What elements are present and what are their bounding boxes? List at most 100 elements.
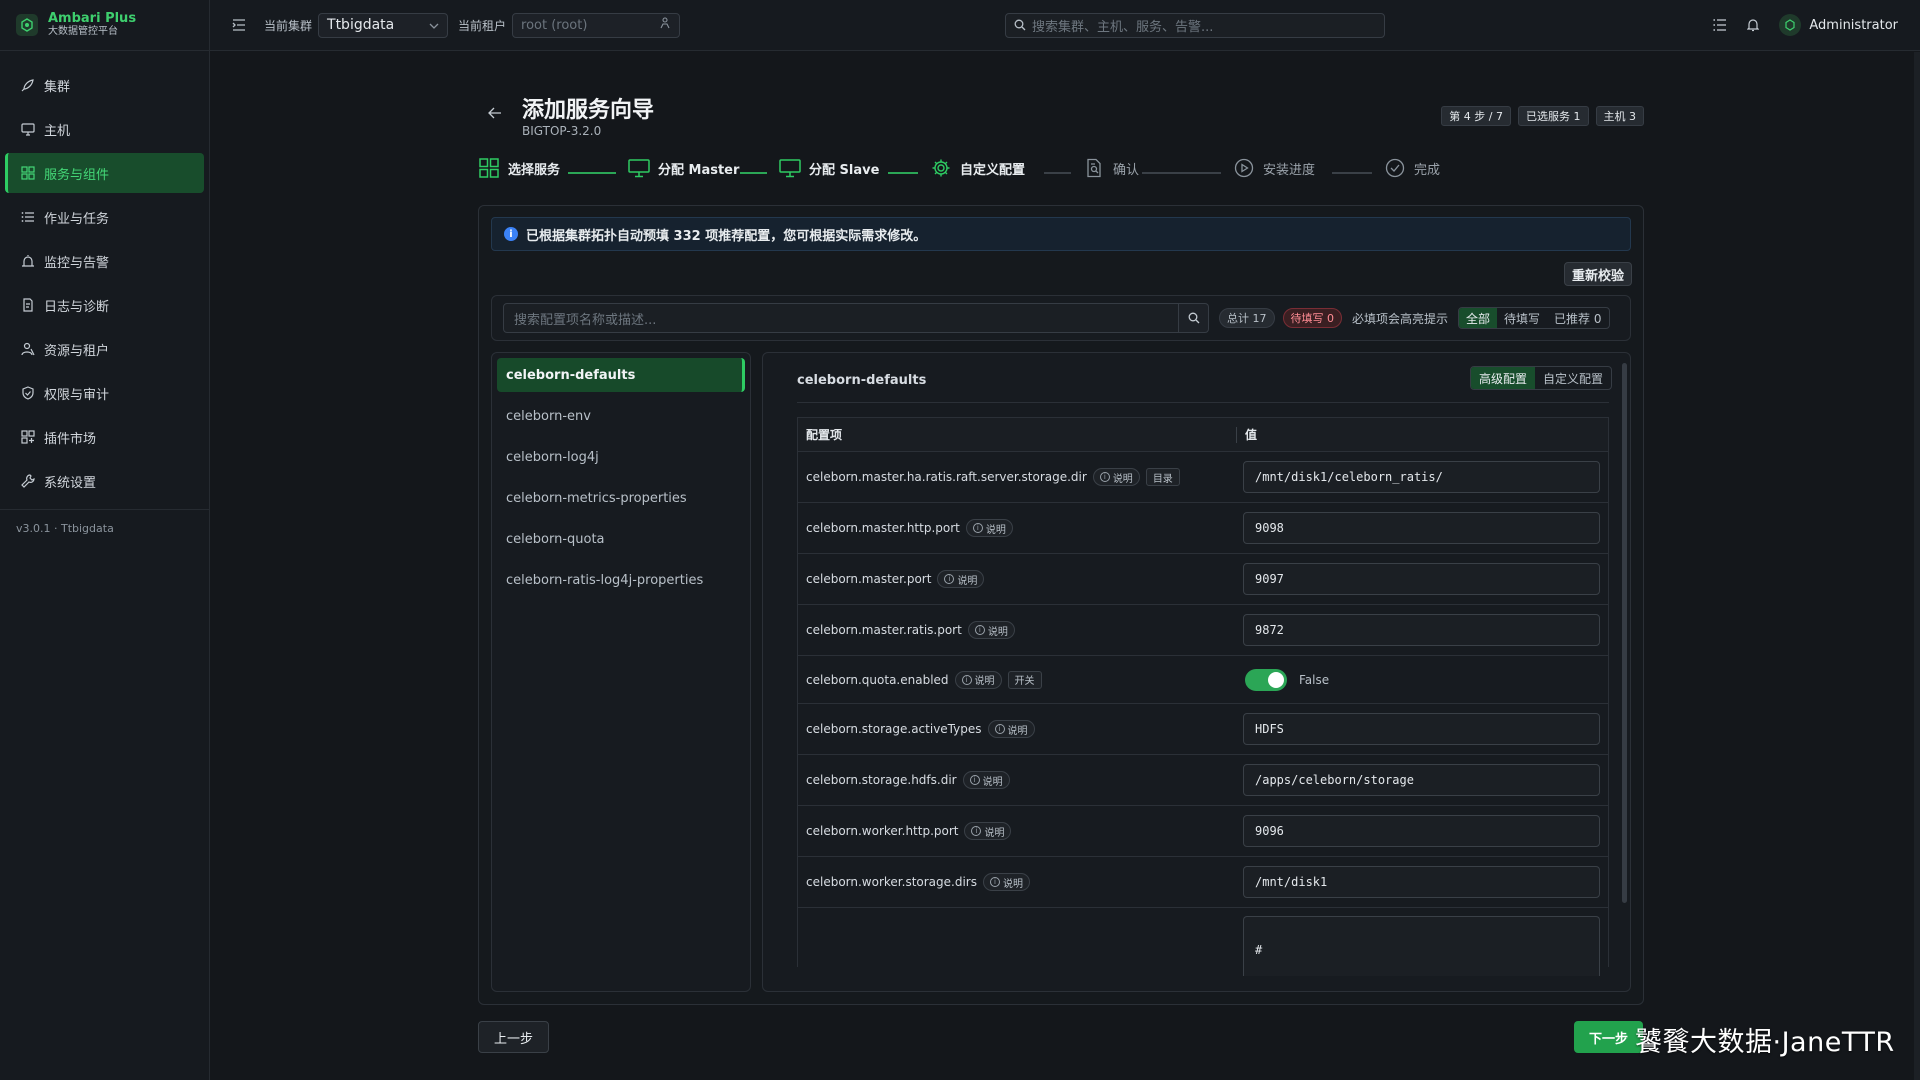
wizard-chip: 主机 3	[1595, 106, 1644, 126]
description-tag[interactable]: i 说明	[954, 670, 1002, 689]
wizard-step[interactable]: 自定义配置	[930, 157, 1025, 179]
sidebar-item[interactable]: 服务与组件	[5, 153, 204, 193]
config-value-input[interactable]: HDFS	[1243, 713, 1600, 745]
wizard-step-label: 完成	[1414, 162, 1441, 178]
config-key-cell: celeborn.storage.activeTypes i 说明	[798, 720, 1243, 738]
back-arrow-icon[interactable]	[488, 107, 502, 123]
config-value-input[interactable]: 9872	[1243, 614, 1600, 646]
config-search-input[interactable]: 搜索配置项名称或描述...	[503, 303, 1179, 333]
cluster-select[interactable]: Ttbigdata	[318, 12, 449, 38]
sidebar-item[interactable]: 集群	[5, 65, 204, 105]
config-value-cell: False	[1245, 668, 1608, 691]
filter-all[interactable]: 全部	[1459, 308, 1498, 328]
sidebar-item[interactable]: 插件市场	[5, 417, 204, 457]
wizard-step[interactable]: 分配 Master	[628, 157, 739, 179]
brand[interactable]: Ambari Plus 大数据管控平台	[0, 0, 209, 51]
user-menu[interactable]: Administrator	[1779, 14, 1898, 36]
search-icon	[1014, 19, 1026, 31]
info-icon: i	[974, 625, 985, 635]
panel-scrollbar[interactable]	[1622, 363, 1627, 903]
type-tag: 开关	[1007, 670, 1042, 689]
config-key-cell: celeborn.quota.enabled i 说明 开关	[798, 670, 1245, 689]
task-list-icon[interactable]	[1713, 19, 1727, 31]
brand-title: Ambari Plus	[48, 11, 137, 26]
config-value-textarea[interactable]: #	[1243, 916, 1600, 976]
description-tag[interactable]: i 说明	[1092, 468, 1140, 486]
tab-advanced-config[interactable]: 高级配置	[1470, 367, 1535, 389]
info-icon: i	[971, 826, 982, 836]
config-value-input[interactable]: /mnt/disk1	[1243, 866, 1600, 898]
config-type-item[interactable]: celeborn-quota	[497, 522, 745, 556]
config-value-cell: 9096	[1243, 815, 1608, 847]
sidebar-item-label: 权限与审计	[44, 387, 110, 403]
wizard-step-label: 安装进度	[1263, 162, 1316, 178]
prev-step-button[interactable]: 上一步	[478, 1021, 550, 1053]
config-type-item[interactable]: celeborn-log4j	[497, 440, 745, 474]
description-tag[interactable]: i 说明	[964, 822, 1012, 840]
wizard-step[interactable]: 分配 Slave	[779, 157, 879, 179]
description-tag[interactable]: i 说明	[962, 771, 1010, 789]
config-value-input[interactable]: /mnt/disk1/celeborn_ratis/	[1243, 461, 1600, 493]
config-value-input[interactable]: 9097	[1243, 563, 1600, 595]
config-value-cell: 9098	[1243, 512, 1608, 544]
sidebar-item[interactable]: 资源与租户	[5, 329, 204, 369]
description-tag[interactable]: i 说明	[982, 873, 1030, 891]
tab-custom-config[interactable]: 自定义配置	[1535, 367, 1611, 389]
description-tag[interactable]: i 说明	[937, 570, 985, 588]
config-table: 配置项 值 celeborn.master.ha.ratis.raft.serv…	[797, 417, 1609, 976]
cluster-label: 当前集群	[264, 18, 313, 33]
description-tag[interactable]: i 说明	[965, 519, 1013, 537]
sidebar-item[interactable]: 日志与诊断	[5, 285, 204, 325]
sidebar-item[interactable]: 权限与审计	[5, 373, 204, 413]
total-count-badge: 总计 17	[1219, 308, 1275, 328]
description-label: 说明	[974, 676, 995, 687]
page-scrollbar[interactable]	[1914, 52, 1920, 1080]
monitor-icon	[20, 121, 36, 137]
recheck-button[interactable]: 重新校验	[1563, 262, 1632, 286]
wizard-step[interactable]: 完成	[1384, 157, 1440, 179]
global-search-input[interactable]: 搜索集群、主机、服务、告警...	[1005, 12, 1385, 38]
config-type-item[interactable]: celeborn-ratis-log4j-properties	[497, 563, 745, 597]
wizard-step[interactable]: 安装进度	[1233, 157, 1315, 179]
sidebar-item[interactable]: 系统设置	[5, 461, 204, 501]
grid-icon	[478, 157, 500, 179]
sidebar-item-label: 集群	[44, 79, 71, 95]
filter-recommended[interactable]: 已推荐 0	[1547, 308, 1608, 328]
sidebar-item-label: 监控与告警	[44, 255, 110, 271]
wizard-step[interactable]: 选择服务	[478, 157, 560, 179]
config-value-input[interactable]: /apps/celeborn/storage	[1243, 764, 1600, 796]
info-icon: i	[961, 674, 972, 685]
config-key-cell: celeborn.master.http.port i 说明	[798, 519, 1243, 537]
panel-mode-segmented: 高级配置 自定义配置	[1469, 366, 1612, 390]
tenant-select[interactable]: root (root)	[512, 12, 681, 38]
config-type-item[interactable]: celeborn-metrics-properties	[497, 481, 745, 515]
sidebar-item[interactable]: 作业与任务	[5, 197, 204, 237]
table-header: 配置项 值	[797, 417, 1609, 451]
sidebar-item[interactable]: 主机	[5, 109, 204, 149]
filter-pending[interactable]: 待填写	[1497, 308, 1547, 328]
wizard-step[interactable]: 确认	[1083, 157, 1139, 179]
description-tag[interactable]: i 说明	[987, 720, 1035, 738]
config-search-button[interactable]	[1179, 303, 1209, 333]
config-key: celeborn.master.ha.ratis.raft.server.sto…	[806, 470, 1087, 484]
sidebar-item[interactable]: 监控与告警	[5, 241, 204, 281]
menu-toggle-icon[interactable]	[230, 16, 248, 34]
config-key: celeborn.master.http.port	[806, 521, 960, 535]
description-tag[interactable]: i 说明	[967, 621, 1015, 639]
step-connector	[1332, 172, 1372, 174]
config-value-input[interactable]: 9098	[1243, 512, 1600, 544]
wizard-step-label: 分配 Master	[658, 162, 740, 178]
config-key-cell: celeborn.master.port i 说明	[798, 570, 1243, 588]
config-value-input[interactable]: 9096	[1243, 815, 1600, 847]
plugin-icon	[20, 429, 36, 445]
next-step-button[interactable]: 下一步	[1574, 1021, 1644, 1053]
config-type-item[interactable]: celeborn-defaults	[497, 358, 745, 392]
brand-logo-icon	[16, 14, 38, 36]
quota-enabled-toggle[interactable]	[1245, 668, 1287, 691]
bell-icon[interactable]	[1747, 18, 1760, 32]
config-type-item[interactable]: celeborn-env	[497, 399, 745, 433]
cluster-select-value: Ttbigdata	[327, 17, 395, 33]
info-icon: i	[994, 724, 1005, 734]
table-row: celeborn.master.port i 说明 9097	[797, 553, 1609, 604]
table-body: celeborn.master.ha.ratis.raft.server.sto…	[797, 451, 1609, 907]
